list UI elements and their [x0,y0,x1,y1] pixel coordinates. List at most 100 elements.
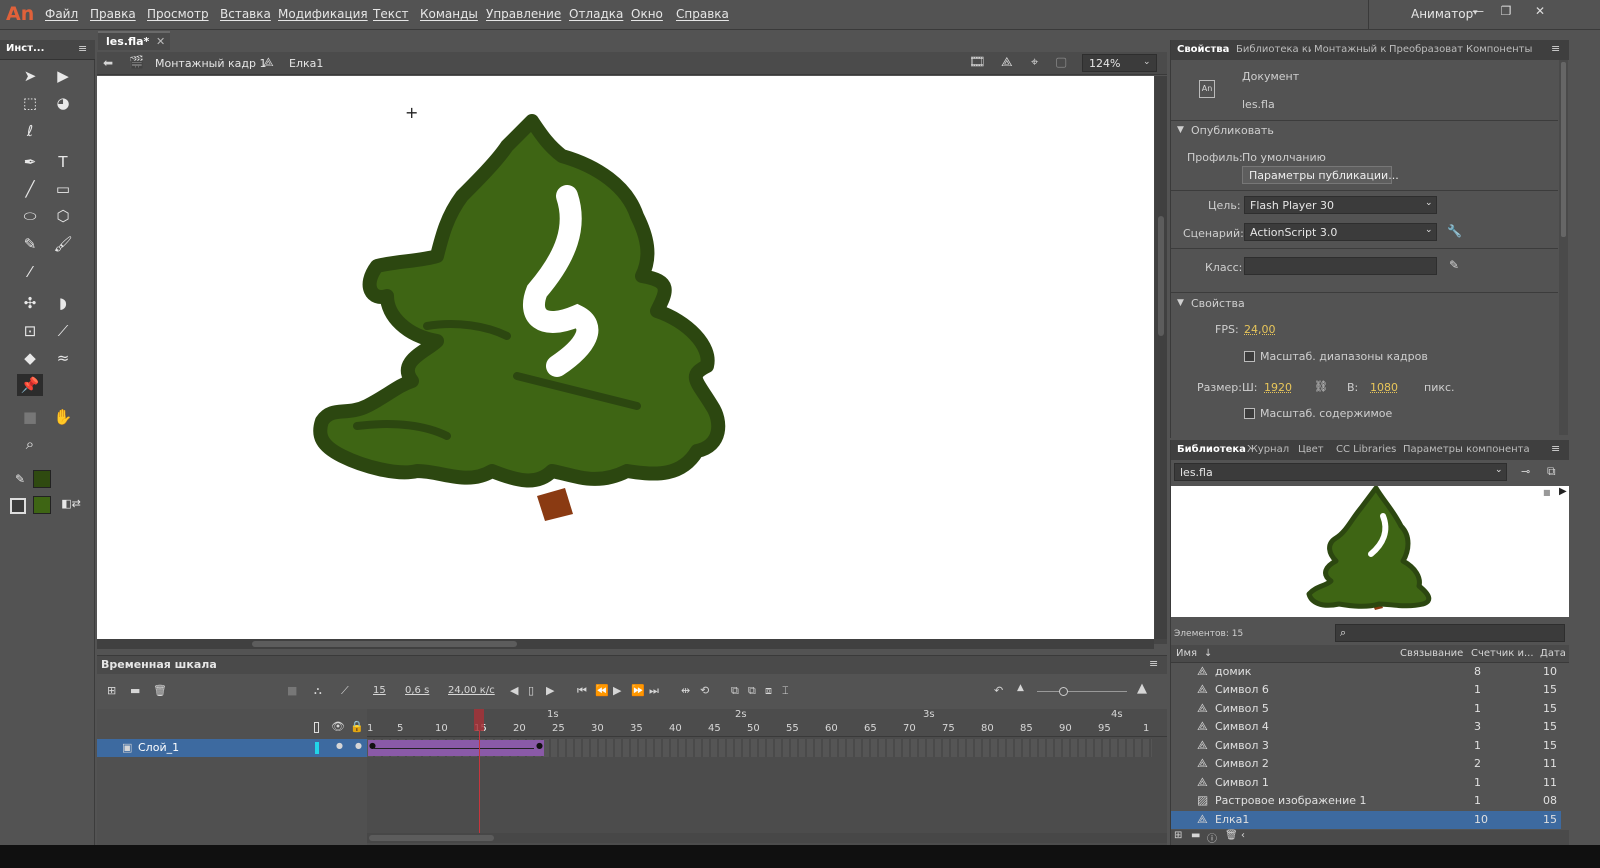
menu-commands[interactable]: Команды [420,7,478,21]
tab-history[interactable]: Журнал [1247,444,1289,455]
library-item[interactable]: ⟁ Символ 1 1 11 [1171,774,1561,792]
keyframe-end-icon[interactable]: ● [536,741,543,750]
subselection-tool-icon[interactable]: ▶ [51,65,75,87]
zoom-select[interactable]: 124% ⌄ [1082,54,1157,72]
column-date[interactable]: Дата [1540,648,1566,659]
breadcrumb-symbol[interactable]: Елка1 [289,57,323,70]
timeline-h-scrollbar[interactable] [367,833,1167,843]
library-item[interactable]: ⟁ Символ 4 3 15 [1171,718,1561,736]
section-toggle-icon[interactable]: ▼ [1177,298,1184,308]
workspace-switcher[interactable]: Аниматор [1411,7,1473,21]
zoom-in-icon[interactable]: ▲ [1137,681,1147,696]
step-back-icon[interactable]: ⏪ [595,684,609,697]
undo-icon[interactable]: ↶ [994,684,1003,697]
scrollbar-thumb[interactable] [1561,62,1566,237]
properties-section-title[interactable]: Свойства [1191,297,1245,310]
fill-color-swatch[interactable] [33,496,51,514]
panel-menu-icon[interactable]: ≡ [1551,42,1560,55]
wrench-icon[interactable]: 🔧 [1447,224,1462,238]
menu-view[interactable]: Просмотр [147,7,209,21]
camera-tool-icon[interactable]: ■ [18,406,42,428]
library-file-select[interactable]: les.fla ⌄ [1174,463,1507,481]
lasso-tool-icon[interactable]: ℓ [18,120,42,142]
visible-dot-icon[interactable]: ● [336,741,343,750]
layer-name[interactable]: Слой_1 [138,741,179,754]
zoom-tool-icon[interactable]: ⌕ [18,433,42,455]
sort-arrow-icon[interactable]: ↓ [1204,648,1212,659]
text-tool-icon[interactable]: T [51,151,75,173]
fps-value[interactable]: 24,00 [1244,323,1276,336]
pencil-tool-icon[interactable]: ✎ [18,233,42,255]
onion-skin-icon[interactable]: ⧉ [731,684,739,698]
paint-bucket-tool-icon[interactable]: ◗ [51,292,75,314]
ink-bottle-tool-icon[interactable]: ⊡ [18,320,42,342]
layer-parenting-icon[interactable]: ⛬ [314,684,322,698]
library-item[interactable]: ⟁ Символ 6 1 15 [1171,681,1561,699]
menu-file[interactable]: Файл [45,7,78,21]
scrollbar-thumb[interactable] [1158,216,1164,336]
playhead-handle[interactable] [474,709,484,731]
edit-scene-icon[interactable]: 🎞 [969,55,986,70]
library-item[interactable]: ⟁ Символ 5 1 15 [1171,700,1561,718]
tab-component-params[interactable]: Параметры компонента [1403,444,1530,455]
brush-tool-icon[interactable]: ⁄ [18,261,42,283]
pen-tool-icon[interactable]: ✒ [18,151,42,173]
library-item[interactable]: ⟁ Символ 3 1 15 [1171,737,1561,755]
step-forward-icon[interactable]: ⏩ [631,684,645,697]
frame-rate[interactable]: 24,00 к/с [448,685,495,696]
free-transform-tool-icon[interactable]: ⬚ [18,92,42,114]
next-keyframe-icon[interactable]: ▶ [546,684,554,697]
width-tool-icon[interactable]: ≈ [51,347,75,369]
scroll-left-icon[interactable]: ‹ [1241,830,1245,841]
library-search-input[interactable]: ⌕ [1335,624,1565,642]
frames-area[interactable]: 1 5 10 15 20 25 30 35 40 45 50 55 60 65 … [367,709,1167,846]
tab-transform[interactable]: Преобразоват [1389,44,1463,55]
center-frame-icon[interactable]: ⇹ [681,684,690,697]
oval-tool-icon[interactable]: ⬭ [18,205,42,227]
menu-help[interactable]: Справка [676,7,729,21]
line-tool-icon[interactable]: ╱ [18,178,42,200]
add-keyframe-icon[interactable]: ▯ [528,684,534,697]
library-item[interactable]: ▨ Растровое изображение 1 1 08 [1171,792,1561,810]
eraser-tool-icon[interactable]: ◆ [18,347,42,369]
library-item[interactable]: ⟁ домик 8 10 [1171,663,1561,681]
scrollbar-thumb[interactable] [369,835,494,841]
document-tab[interactable]: les.fla* ✕ [98,31,170,50]
width-value[interactable]: 1920 [1264,381,1292,394]
timeline-title[interactable]: Временная шкала [101,658,217,671]
menu-text[interactable]: Текст [373,7,409,21]
delete-layer-icon[interactable]: 🗑 [153,684,167,697]
minimize-icon[interactable]: — [1468,4,1488,20]
lock-icon[interactable]: 🔒 [350,720,364,733]
rectangle-tool-icon[interactable]: ▭ [51,178,75,200]
publish-section-title[interactable]: Опубликовать [1191,124,1274,137]
class-input[interactable] [1244,257,1437,275]
menu-debug[interactable]: Отладка [569,7,623,21]
edit-multiple-frames-icon[interactable]: ⧈ [765,684,772,698]
edit-symbols-icon[interactable]: ⟁ [1001,55,1013,70]
new-folder-icon[interactable]: ▬ [130,684,140,697]
tab-properties[interactable]: Свойства [1177,44,1229,55]
breadcrumb-scene[interactable]: Монтажный кадр 1 [155,57,266,70]
menu-edit[interactable]: Правка [90,7,136,21]
delete-icon[interactable]: 🗑 [1225,830,1238,841]
menu-modify[interactable]: Модификация [278,7,368,21]
menu-insert[interactable]: Вставка [220,7,271,21]
zoom-out-icon[interactable]: ▲ [1017,683,1024,693]
restore-icon[interactable]: ❐ [1496,4,1516,20]
tab-library-kit[interactable]: Библиотека ки [1236,44,1311,55]
layer-row[interactable]: ▣ Слой_1 ● ● [97,739,367,757]
polystar-tool-icon[interactable]: ⬡ [51,205,75,227]
outline-toggle-icon[interactable] [314,722,319,733]
vertical-scrollbar[interactable] [1155,76,1167,639]
column-name[interactable]: Имя [1176,648,1197,659]
scrollbar-thumb[interactable] [252,641,517,647]
close-tab-icon[interactable]: ✕ [156,35,165,48]
elapsed-time[interactable]: 0,6 s [405,685,429,696]
tab-library[interactable]: Библиотека [1177,444,1246,455]
bone-tool-icon[interactable]: ✣ [18,292,42,314]
tab-components[interactable]: Компоненты [1466,44,1532,55]
graph-icon[interactable]: ⟋ [341,684,349,698]
library-item[interactable]: ⟁ Символ 2 2 11 [1171,755,1561,773]
last-frame-icon[interactable]: ⏭ [649,684,659,698]
